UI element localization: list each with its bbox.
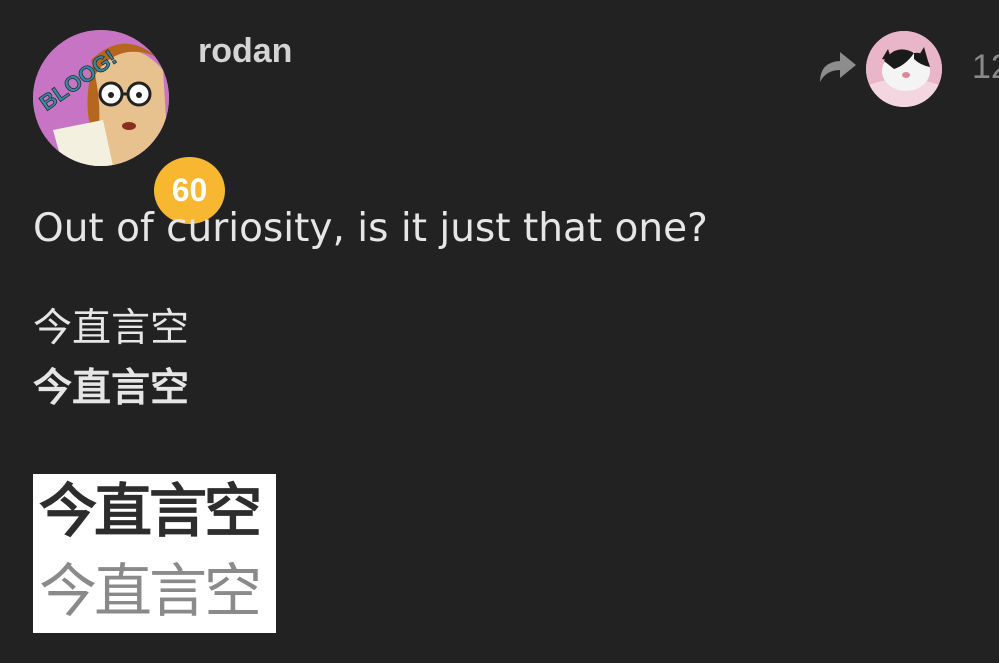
cjk-chars-bold: 今直言空 [33,366,190,411]
author-avatar[interactable]: BLOOG! [33,30,169,166]
cjk-chars-regular: 今直言空 [33,306,190,351]
image-row-light: 今直言空 [39,557,262,625]
reply-arrow-icon[interactable] [816,50,858,84]
author-username-link[interactable]: rodan [198,32,292,71]
cat-avatar-image [866,31,942,107]
post-body: Out of curiosity, is it just that one? 今… [33,200,973,418]
reply-to-avatar[interactable] [866,31,942,107]
cjk-chars-bold-line: 今直言空 [33,360,973,418]
author-avatar-container[interactable]: BLOOG! 60 [33,30,225,224]
post-image-comparison[interactable]: 今直言空 今直言空 [33,474,276,633]
post-question: Out of curiosity, is it just that one? [33,206,708,251]
comic-avatar-image: BLOOG! [33,30,169,166]
post-number[interactable]: 12 [972,48,999,87]
image-row-dark: 今直言空 [39,477,262,545]
